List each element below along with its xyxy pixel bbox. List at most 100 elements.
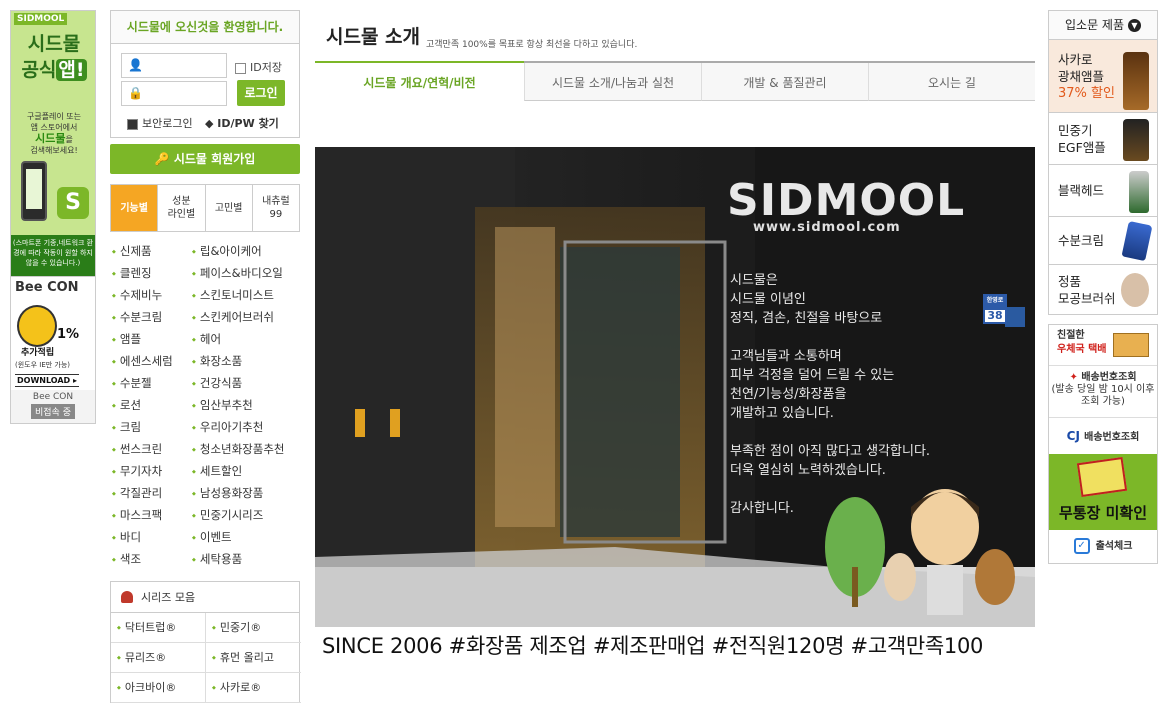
beecon-banner[interactable]: Bee CON 1% 추가적립 (윈도우 IE만 가능) DOWNLOAD ▸ <box>11 276 95 391</box>
message-line: 정직, 겸손, 친절을 바탕으로 <box>730 311 883 326</box>
category-item[interactable]: 마스크팩 <box>112 507 192 529</box>
page-subtitle: 고객만족 100%를 목표로 항상 최선을 다하고 있습니다. <box>426 40 638 50</box>
signup-button[interactable]: 🔑 시드물 회원가입 <box>110 144 300 174</box>
login-box: 👤 🔒 ID저장 로그인 보안로그인 ◆ ID/PW 찾기 <box>110 43 300 138</box>
category-item[interactable]: 각질관리 <box>112 485 192 507</box>
category-item[interactable]: 립&아이케어 <box>192 243 302 265</box>
category-item[interactable]: 페이스&바디오일 <box>192 265 302 287</box>
product-3[interactable]: 블랙헤드 <box>1048 165 1158 217</box>
series-item[interactable]: 아크바이® <box>111 673 206 703</box>
series-item[interactable]: 사카로® <box>206 673 301 703</box>
chevron-down-icon: ▼ <box>1128 19 1141 32</box>
category-item[interactable]: 수제비누 <box>112 287 192 309</box>
password-input[interactable]: 🔒 <box>121 81 227 106</box>
tab-intro[interactable]: 시드물 소개/나눔과 실천 <box>524 63 701 101</box>
headline-2: 공식 <box>21 59 57 81</box>
beecon-footer-status: 비접속 중 <box>31 404 75 419</box>
message-line: 개발하고 있습니다. <box>730 406 834 421</box>
category-item[interactable]: 남성용화장품 <box>192 485 302 507</box>
category-item[interactable]: 색조 <box>112 551 192 573</box>
tab-quality[interactable]: 개발 & 품질관리 <box>701 63 868 101</box>
track-post[interactable]: ✦ 배송번호조회 (발송 당일 밤 10시 이후 조회 가능) <box>1049 365 1157 417</box>
popular-products-header[interactable]: 입소문 제품 ▼ <box>1048 10 1158 40</box>
headline-3: 앱! <box>56 59 87 81</box>
egf-bottle-icon <box>1123 119 1149 161</box>
message-line <box>730 423 930 442</box>
deposit-label: 무통장 미확인 <box>1058 504 1148 522</box>
category-item[interactable]: 스킨케어브러쉬 <box>192 309 302 331</box>
category-item[interactable]: 세탁용품 <box>192 551 302 573</box>
unconfirmed-deposit[interactable]: 무통장 미확인 <box>1049 454 1157 530</box>
id-input[interactable]: 👤 <box>121 53 227 78</box>
category-item[interactable]: 스킨토너미스트 <box>192 287 302 309</box>
category-item[interactable]: 무기자차 <box>112 463 192 485</box>
message-line: 부족한 점이 아직 많다고 생각합니다. <box>730 444 931 459</box>
product-4[interactable]: 수분크림 <box>1048 217 1158 265</box>
track-post-label: 배송번호조회 <box>1081 372 1137 383</box>
desc-5: 검색해보세요! <box>30 146 78 155</box>
message-line <box>730 480 930 499</box>
tab-function[interactable]: 기능별 <box>111 185 158 231</box>
beecon-title: Bee CON <box>15 280 79 295</box>
category-item[interactable]: 수분크림 <box>112 309 192 331</box>
series-grid: 닥터트럽®민중기®뮤리즈®휴먼 올리고아크바이®사카로® <box>111 613 301 703</box>
message-line: 감사합니다. <box>730 501 794 516</box>
desc-1: 구글플레이 또는 <box>26 112 82 121</box>
series-item[interactable]: 닥터트럽® <box>111 613 206 643</box>
post-delivery[interactable]: 친절한 우체국 택배 <box>1049 329 1157 361</box>
phone-icon <box>21 161 47 221</box>
check-icon: ✓ <box>1073 538 1090 554</box>
track-cj[interactable]: CJ 배송번호조회 <box>1049 417 1157 453</box>
app-promo[interactable]: SIDMOOL 시드물 공식 앱! 구글플레이 또는 앱 스토어에서 시드물을 검… <box>11 11 95 276</box>
find-id-pw-link[interactable]: ◆ ID/PW 찾기 <box>205 115 279 131</box>
beecon-download[interactable]: DOWNLOAD ▸ <box>15 374 79 387</box>
tab-location[interactable]: 오시는 길 <box>868 63 1035 101</box>
id-save-checkbox[interactable]: ID저장 <box>235 59 282 75</box>
category-item[interactable]: 신제품 <box>112 243 192 265</box>
headline-1: 시드물 <box>27 33 81 55</box>
id-save-label: ID저장 <box>250 61 282 74</box>
company-message: 시드물은 시드물 이념인 정직, 겸손, 친절을 바탕으로 고객님들과 소통하며 피부 … <box>730 271 930 518</box>
series-item[interactable]: 뮤리즈® <box>111 643 206 673</box>
tab-natural[interactable]: 내츄럴 99 <box>251 185 299 231</box>
category-item[interactable]: 클렌징 <box>112 265 192 287</box>
category-item[interactable]: 화장소품 <box>192 353 302 375</box>
series-item[interactable]: 민중기® <box>206 613 301 643</box>
desc-4: 을 <box>65 135 73 144</box>
attendance-label: 출석체크 <box>1095 541 1133 552</box>
category-item[interactable]: 임산부추천 <box>192 397 302 419</box>
category-item[interactable]: 수분젤 <box>112 375 192 397</box>
attendance-check[interactable]: ✓ 출석체크 <box>1049 530 1157 563</box>
secure-login-checkbox[interactable]: 보안로그인 <box>127 115 193 131</box>
category-item[interactable]: 헤어 <box>192 331 302 353</box>
product-2[interactable]: 민중기 EGF앰플 <box>1048 113 1158 165</box>
app-banner[interactable]: SIDMOOL 시드물 공식 앱! 구글플레이 또는 앱 스토어에서 시드물을 검… <box>10 10 96 424</box>
category-item[interactable]: 우리아기추천 <box>192 419 302 441</box>
product-5[interactable]: 정품 모공브러쉬 <box>1048 265 1158 315</box>
track-post-note: (발송 당일 밤 10시 이후 조회 가능) <box>1051 384 1155 407</box>
category-item[interactable]: 바디 <box>112 529 192 551</box>
login-button[interactable]: 로그인 <box>237 80 285 106</box>
category-item[interactable]: 민중기시리즈 <box>192 507 302 529</box>
tab-concern[interactable]: 고민별 <box>204 185 252 231</box>
category-item[interactable]: 크림 <box>112 419 192 441</box>
category-item[interactable]: 앰플 <box>112 331 192 353</box>
category-item[interactable]: 건강식품 <box>192 375 302 397</box>
tab-ingredient[interactable]: 성분 라인별 <box>157 185 204 231</box>
tab-overview[interactable]: 시드물 개요/연혁/비전 <box>315 61 524 101</box>
find-label: ID/PW 찾기 <box>217 117 279 130</box>
category-tabs: 기능별 성분 라인별 고민별 내츄럴 99 <box>110 184 300 232</box>
category-item[interactable]: 청소년화장품추천 <box>192 441 302 463</box>
category-item[interactable]: 에센스세럼 <box>112 353 192 375</box>
app-desc: 구글플레이 또는 앱 스토어에서 시드물을 검색해보세요! <box>13 111 95 156</box>
category-item[interactable]: 세트할인 <box>192 463 302 485</box>
beecon-footer-name: Bee CON <box>32 392 74 402</box>
series-item[interactable]: 휴먼 올리고 <box>206 643 301 673</box>
post-logo-icon: ✦ <box>1069 372 1082 383</box>
message-line: 더욱 열심히 노력하겠습니다. <box>730 463 886 478</box>
category-item[interactable]: 썬스크린 <box>112 441 192 463</box>
product-1[interactable]: 사카로 광채앰플 37% 할인 <box>1048 40 1158 113</box>
category-item[interactable]: 이벤트 <box>192 529 302 551</box>
category-item[interactable]: 로션 <box>112 397 192 419</box>
series-title: 시리즈 모음 <box>111 582 299 613</box>
